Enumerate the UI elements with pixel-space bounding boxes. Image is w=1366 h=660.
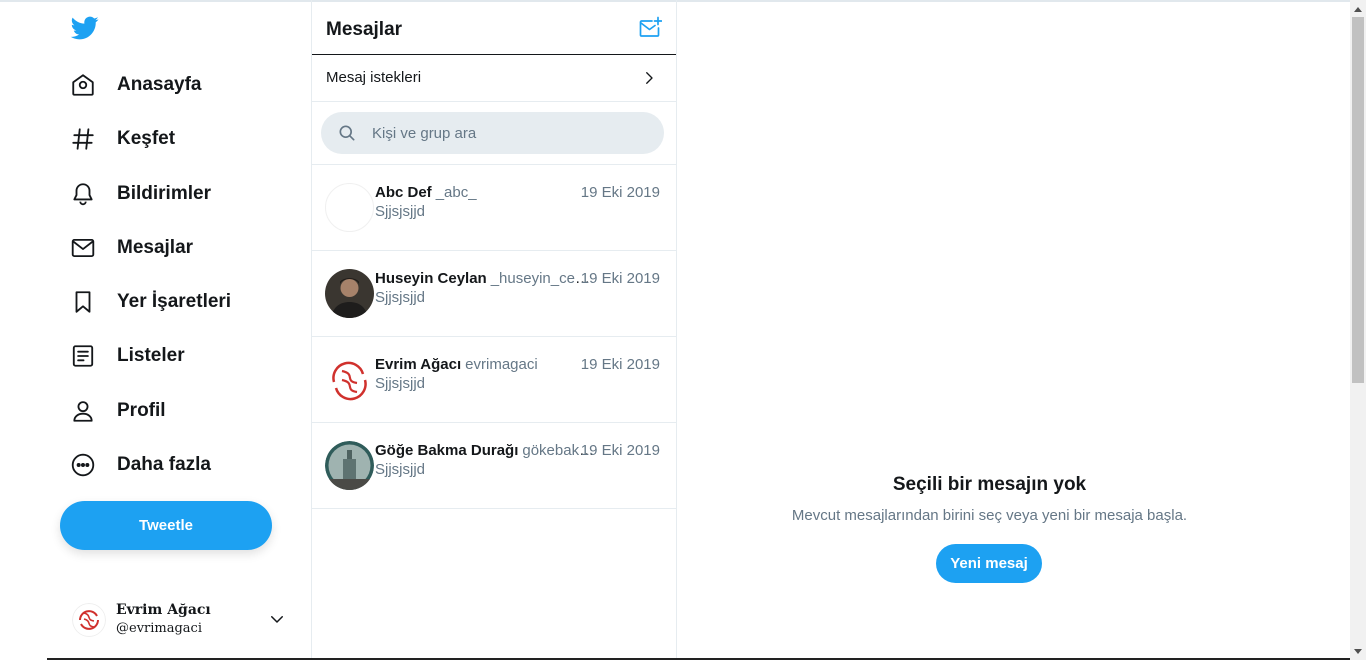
conversation-item[interactable]: Huseyin Ceylan_huseyin_ceylan_ 19 Eki 20… [312,251,676,337]
conversation-date: 19 Eki 2019 [580,270,660,287]
bookmark-icon [70,289,96,315]
nav-lists[interactable]: Listeler [58,334,197,378]
tweet-button[interactable]: Tweetle [60,501,272,550]
account-switcher[interactable]: Evrim Ağacı @evrimagaci [60,596,292,644]
avatar [325,269,374,318]
nav-lists-label: Listeler [117,345,185,366]
conversation-preview: Sjjsjsjjd [375,203,426,220]
nav-more-label: Daha fazla [117,454,211,475]
conversation-header: Huseyin Ceylan_huseyin_ceylan_ [375,270,597,287]
conversation-header: Göğe Bakma Durağıgökebakmadurağı [375,442,597,459]
conversation-name: Göğe Bakma Durağı [375,442,519,459]
messages-column: Mesajlar Mesaj istekleri Abc Def_abc_ 19… [311,0,677,660]
messages-header: Mesajlar [312,0,676,55]
conversation-name: Abc Def [375,184,432,201]
nav-notifications[interactable]: Bildirimler [58,172,223,216]
nav-messages-label: Mesajlar [117,237,194,258]
hashtag-icon [70,126,96,152]
empty-state-subtitle: Mevcut mesajlarından birini seç veya yen… [791,507,1188,524]
scrollbar[interactable] [1350,0,1366,660]
nav-explore[interactable]: Keşfet [58,117,187,161]
empty-state-title: Seçili bir mesajın yok [892,474,1087,495]
conversation-date: 19 Eki 2019 [580,442,660,459]
search-icon [339,125,355,141]
twitter-bird-icon[interactable] [70,14,100,42]
conversation-header: Abc Def _abc_ [375,184,597,201]
nav-bookmarks-label: Yer İşaretleri [117,291,232,312]
message-requests-label: Mesaj istekleri [326,69,422,86]
message-requests-row[interactable]: Mesaj istekleri [312,55,676,102]
left-nav: Anasayfa Keşfet Bildirimler Mesajlar Yer… [0,0,311,660]
nav-more[interactable]: Daha fazla [58,443,223,487]
avatar [325,183,374,232]
nav-home-label: Anasayfa [117,74,202,95]
account-handle: @evrimagaci [116,621,202,636]
new-message-button[interactable]: Yeni mesaj [936,544,1042,583]
conversation-handle: _abc_ [435,184,477,201]
conversation-item[interactable]: Göğe Bakma Durağıgökebakmadurağı 19 Eki … [312,423,676,509]
more-circle-icon [70,452,96,478]
nav-profile-label: Profil [117,400,166,421]
search-input[interactable] [372,124,652,142]
search-section [312,102,676,165]
nav-profile[interactable]: Profil [58,389,178,433]
message-detail-pane: Seçili bir mesajın yok Mevcut mesajların… [677,0,1350,660]
nav-explore-label: Keşfet [117,128,176,149]
conversation-preview: Sjjsjsjjd [375,375,426,392]
conversation-date: 19 Eki 2019 [580,356,660,373]
avatar [325,355,374,404]
scroll-thumb[interactable] [1352,17,1364,383]
page-title: Mesajlar [326,19,403,40]
envelope-icon [70,235,96,261]
scroll-up-arrow-icon[interactable] [1350,0,1366,17]
chevron-right-icon [646,72,653,84]
conversation-date: 19 Eki 2019 [580,184,660,201]
account-names: Evrim Ağacı @evrimagaci [116,601,211,639]
conversation-preview: Sjjsjsjjd [375,289,426,306]
conversation-item[interactable]: Evrim Ağacı evrimagaci 19 Eki 2019 Sjjsjs… [312,337,676,423]
list-icon [70,343,96,369]
conversation-preview: Sjjsjsjjd [375,461,426,478]
nav-home[interactable]: Anasayfa [58,63,214,107]
person-icon [70,398,96,424]
nav-messages[interactable]: Mesajlar [58,226,205,270]
avatar [325,441,374,490]
new-message-icon[interactable] [638,16,662,40]
conversation-item[interactable]: Abc Def _abc_ 19 Eki 2019 Sjjsjsjjd [312,165,676,251]
bell-icon [70,181,96,207]
conversation-name: Evrim Ağacı [375,356,462,373]
search-box[interactable] [321,112,664,154]
conversation-name: Huseyin Ceylan [375,270,487,287]
avatar [72,603,106,637]
home-icon [70,72,96,98]
nav-bookmarks[interactable]: Yer İşaretleri [58,280,243,324]
conversation-handle: evrimagaci [465,356,538,373]
chevron-down-icon[interactable] [268,610,286,628]
nav-notifications-label: Bildirimler [117,183,211,204]
account-name: Evrim Ağacı [116,602,211,618]
scroll-down-arrow-icon[interactable] [1350,643,1366,660]
conversation-header: Evrim Ağacı evrimagaci [375,356,597,373]
